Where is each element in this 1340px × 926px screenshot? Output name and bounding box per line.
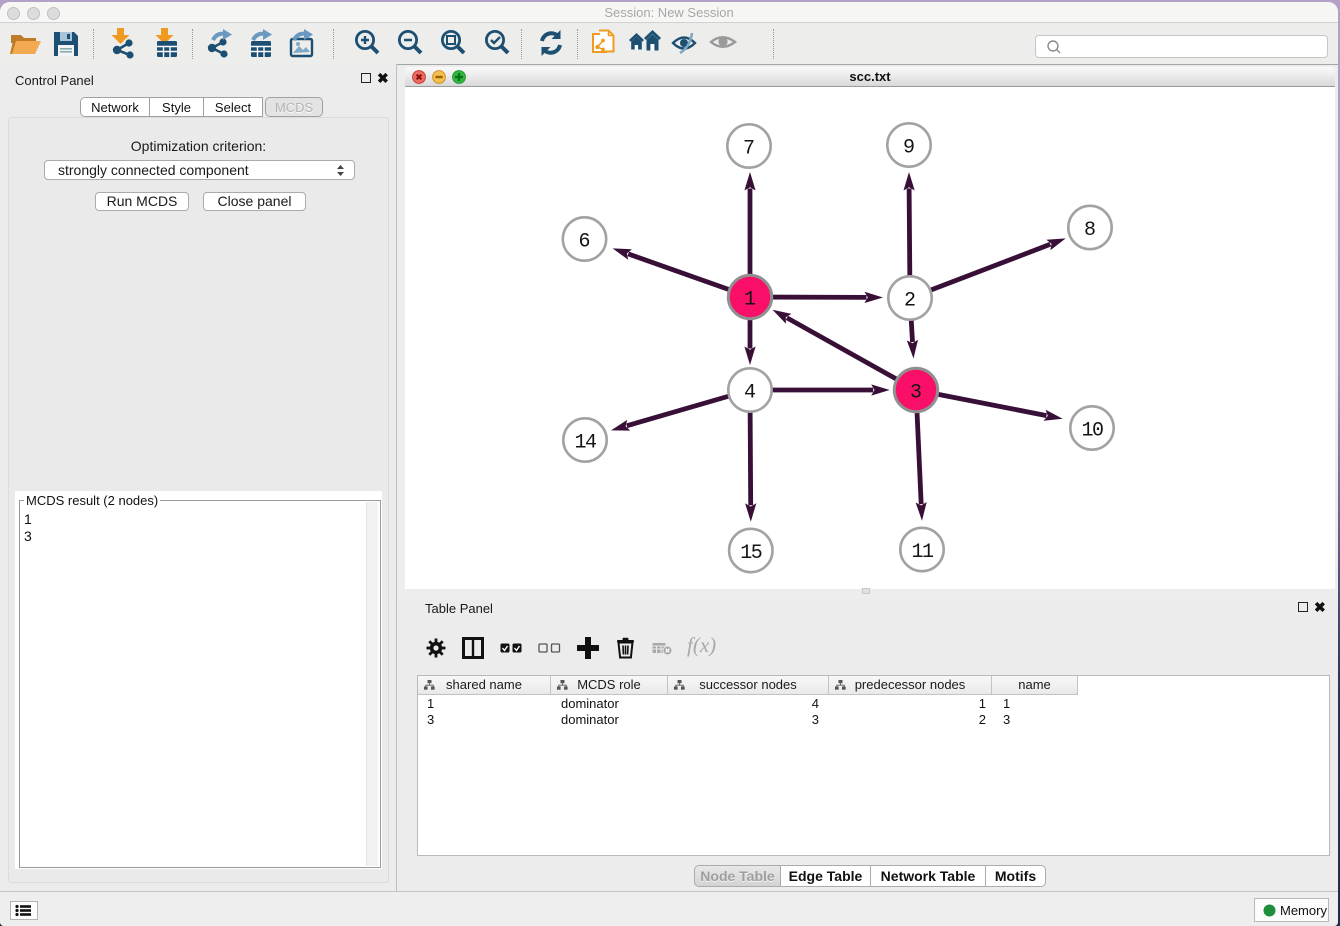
svg-text:11: 11: [911, 541, 934, 564]
svg-text:15: 15: [740, 542, 762, 565]
svg-text:9: 9: [903, 137, 915, 160]
svg-text:14: 14: [574, 432, 596, 455]
svg-text:6: 6: [578, 231, 590, 254]
svg-text:7: 7: [743, 138, 755, 161]
svg-text:10: 10: [1081, 420, 1103, 443]
svg-text:1: 1: [744, 289, 756, 312]
svg-text:3: 3: [910, 382, 922, 405]
svg-text:4: 4: [744, 382, 756, 405]
svg-text:2: 2: [904, 290, 916, 313]
svg-text:8: 8: [1084, 219, 1096, 242]
